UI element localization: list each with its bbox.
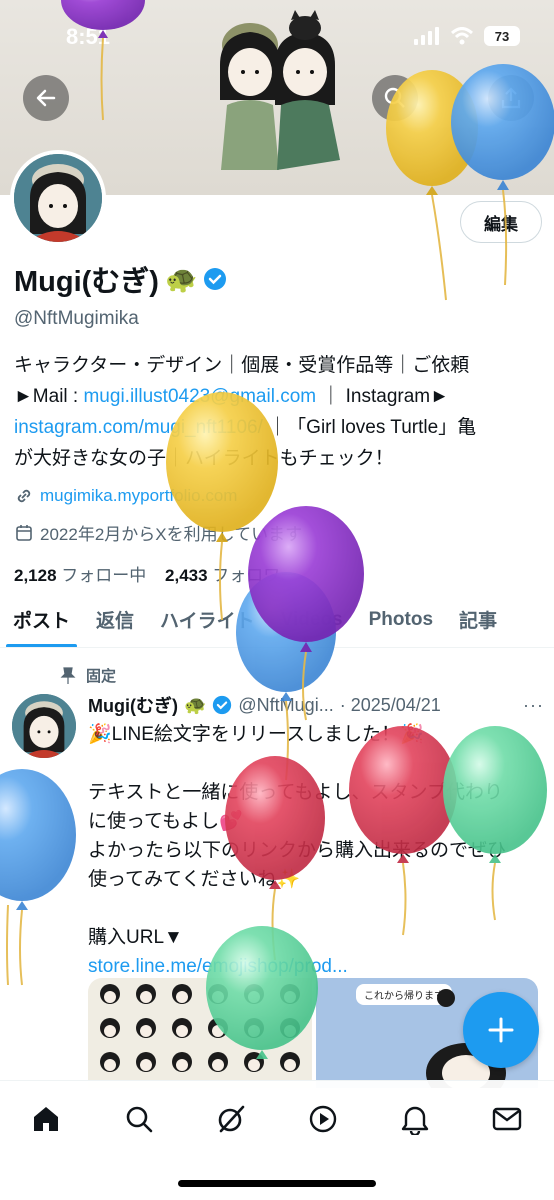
post-header: Mugi(むぎ) 🐢 @NftMugi... · 2025/04/21 ··· [88,692,544,718]
bio-line-3-text: ｜「Girl loves Turtle」亀 [262,417,477,438]
post-line-6: 購入URL▼ [88,927,183,948]
post-line-4: よかったら以下のリンクから購入出来るのでぜひ [88,840,507,861]
name-row: Mugi(むぎ) 🐢 [14,258,544,300]
home-indicator [178,1180,376,1187]
verified-badge-icon [213,695,232,715]
tab-replies[interactable]: 返信 [83,592,147,647]
profile-name: Mugi(むぎ) [14,266,159,298]
profile-handle: @NftMugimika [14,308,139,329]
balloon-blue-left [0,769,76,986]
post-author-handle[interactable]: @NftMugi... [238,695,333,716]
mail-icon [492,1107,522,1131]
bell-icon [401,1106,429,1135]
tab-articles[interactable]: 記事 [446,592,510,647]
search-icon [126,1106,153,1133]
joined-row: 2022年2月からXを利用しています [14,520,544,545]
media-image-emoji-grid[interactable] [88,978,312,1088]
search-icon [384,87,405,108]
wifi-icon [450,27,474,45]
battery-indicator: 73 [484,26,520,46]
pin-icon [60,666,76,684]
share-button[interactable] [488,75,534,121]
nav-grok[interactable] [213,1101,249,1137]
nav-video[interactable] [305,1101,341,1137]
bio-line-1: キャラクター・デザイン｜個展・受賞作品等｜ご依頼 [14,355,470,376]
post-line-3: に使ってもよし💕 [88,811,243,832]
post-line-1: 🎉LINE絵文字をリリースしました！🎉 [88,724,424,745]
pinned-label: 固定 [86,668,117,685]
turtle-emoji: 🐢 [164,263,198,294]
play-icon [309,1105,337,1133]
profile-avatar[interactable] [10,150,106,246]
compose-post-button[interactable] [463,992,539,1068]
status-bar: 8:51 73 [0,0,554,70]
signal-icon [414,27,439,45]
emoji-grid-illustration [100,984,300,1072]
nav-home[interactable] [28,1101,64,1137]
tab-posts[interactable]: ポスト [0,592,83,647]
tab-highlights[interactable]: ハイライト [147,592,268,647]
avatar-illustration [14,154,102,242]
joined-date: 2022年2月からXを利用しています [40,525,303,544]
calendar-icon [16,524,32,541]
verified-badge-icon [204,268,227,290]
bio-line-2: ►Mail : mugi.illust0423@gmail.com ｜ Inst… [14,381,544,412]
bio-line-3: instagram.com/mugi_nft1106/ ｜「Girl loves… [14,412,544,443]
post-turtle-emoji: 🐢 [183,694,207,715]
post-author-name[interactable]: Mugi(むぎ) [88,692,178,718]
share-icon [501,87,521,109]
website-row: mugimika.myportfolio.com [14,486,544,506]
followers-label[interactable]: フォロワー [212,566,297,585]
plus-icon [488,1017,514,1043]
post-link[interactable]: store.line.me/emojishop/prod... [88,956,348,977]
post-date: · 2025/04/21 [339,694,441,715]
bio-line-4: が大好きな女の子｜ハイライトもチェック！ [14,448,394,469]
home-icon [34,1107,58,1131]
bio-mail-prefix: ►Mail : [14,386,84,407]
post-line-5: 使ってみてくださいね✨ [88,869,301,890]
bio-email-link[interactable]: mugi.illust0423@gmail.com [83,386,316,407]
nav-messages[interactable] [489,1101,525,1137]
bio-instagram-link[interactable]: instagram.com/mugi_nft1106/ [14,417,263,438]
followers-count[interactable]: 2,433 [165,566,208,585]
website-link[interactable]: mugimika.myportfolio.com [40,486,237,506]
profile-tabs: ポスト 返信 ハイライト Videos Photos 記事 [0,592,554,648]
post-text: 🎉LINE絵文字をリリースしました！🎉 テキストと一緒に使ってもよし、スタンプ代… [88,720,538,981]
edit-profile-button[interactable]: 編集 [460,201,542,243]
following-count[interactable]: 2,128 [14,566,57,585]
post-avatar[interactable] [12,694,76,758]
status-time: 8:51 [66,24,111,49]
status-icons: 73 [414,26,520,46]
more-options-button[interactable]: ··· [523,695,544,716]
search-button[interactable] [372,75,418,121]
tab-videos[interactable]: Videos [268,592,356,647]
nav-notifications[interactable] [397,1101,433,1137]
profile-info: Mugi(むぎ) 🐢 @NftMugimika キャラクター・デザイン｜個展・受… [14,258,544,586]
tab-photos[interactable]: Photos [356,592,446,647]
bio-instagram-label: ｜ Instagram► [316,386,449,407]
grok-icon [218,1105,245,1133]
avatar-illustration [12,694,76,758]
arrow-left-icon [36,89,56,107]
follow-stats: 2,128 フォロー中 2,433 フォロワー [14,561,544,586]
nav-explore[interactable] [121,1101,157,1137]
post-line-2: テキストと一緒に使ってもよし、スタンプ代わり [88,782,503,803]
profile-bio: キャラクター・デザイン｜個展・受賞作品等｜ご依頼 ►Mail : mugi.il… [14,350,544,474]
back-button[interactable] [23,75,69,121]
link-icon [17,489,31,503]
following-label[interactable]: フォロー中 [61,566,146,585]
pinned-indicator: 固定 [60,665,116,686]
